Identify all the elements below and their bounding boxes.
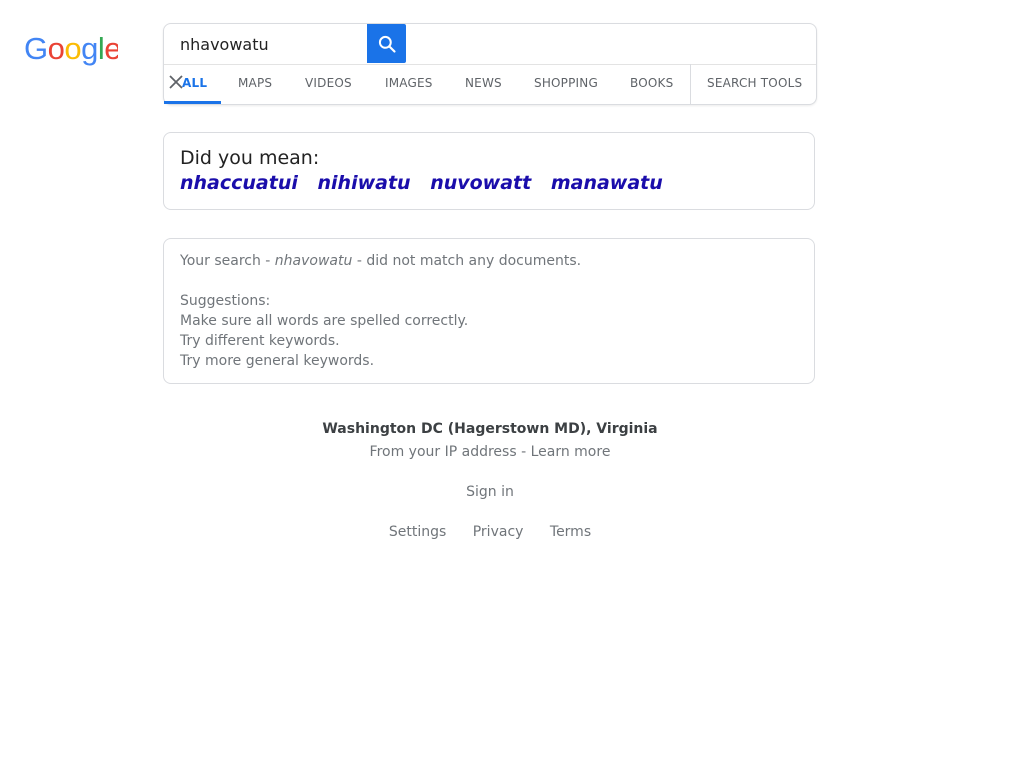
did-you-mean-card: Did you mean: nhaccuatui nihiwatu nuvowa… <box>163 132 815 210</box>
tab-maps[interactable]: MAPS <box>238 64 272 104</box>
no-results-suffix: - did not match any documents. <box>352 253 582 269</box>
tab-divider <box>690 64 691 104</box>
tab-news[interactable]: NEWS <box>465 64 502 104</box>
suggestions-title: Suggestions: <box>180 293 271 309</box>
suggestion-link[interactable]: nuvowatt <box>430 172 531 194</box>
search-icon <box>378 35 396 53</box>
location-source: From your IP address <box>369 444 517 460</box>
google-logo[interactable]: Google <box>24 31 118 67</box>
tab-books[interactable]: BOOKS <box>630 64 673 104</box>
tabs-bar: ALL MAPS VIDEOS IMAGES NEWS SHOPPING BOO… <box>164 64 816 104</box>
tab-shopping[interactable]: SHOPPING <box>534 64 598 104</box>
privacy-link[interactable]: Privacy <box>473 524 524 540</box>
location-source-line: From your IP address - Learn more <box>0 444 980 460</box>
search-card: ALL MAPS VIDEOS IMAGES NEWS SHOPPING BOO… <box>163 23 817 105</box>
no-results-card: Your search - nhavowatu - did not match … <box>163 238 815 384</box>
footer-links: Settings Privacy Terms <box>0 524 980 540</box>
tab-images[interactable]: IMAGES <box>385 64 433 104</box>
tab-search-tools[interactable]: SEARCH TOOLS <box>707 64 802 104</box>
did-you-mean-suggestions: nhaccuatui nihiwatu nuvowatt manawatu <box>180 172 798 194</box>
settings-link[interactable]: Settings <box>389 524 446 540</box>
suggestion-link[interactable]: nhaccuatui <box>180 172 298 194</box>
svg-text:Google: Google <box>24 31 118 66</box>
location-place: Washington DC (Hagerstown MD), Virginia <box>322 421 658 437</box>
search-row <box>164 24 816 65</box>
tip-item: Try different keywords. <box>180 333 340 349</box>
location-separator: - <box>516 444 531 460</box>
tab-videos[interactable]: VIDEOS <box>305 64 352 104</box>
search-button[interactable] <box>367 24 406 63</box>
no-results-prefix: Your search - <box>180 253 275 269</box>
suggestion-link[interactable]: manawatu <box>551 172 663 194</box>
tip-item: Try more general keywords. <box>180 353 375 369</box>
learn-more-link[interactable]: Learn more <box>531 444 611 460</box>
sign-in-link[interactable]: Sign in <box>466 484 514 500</box>
suggestion-link[interactable]: nihiwatu <box>318 172 411 194</box>
did-you-mean-title: Did you mean: <box>180 147 320 169</box>
tip-item: Make sure all words are spelled correctl… <box>180 313 469 329</box>
no-results-query: nhavowatu <box>274 253 353 269</box>
tab-all[interactable]: ALL <box>182 64 207 104</box>
terms-link[interactable]: Terms <box>550 524 591 540</box>
no-results-message: Your search - nhavowatu - did not match … <box>180 251 798 271</box>
sign-in-wrapper: Sign in <box>0 484 980 500</box>
search-input[interactable] <box>164 24 366 64</box>
